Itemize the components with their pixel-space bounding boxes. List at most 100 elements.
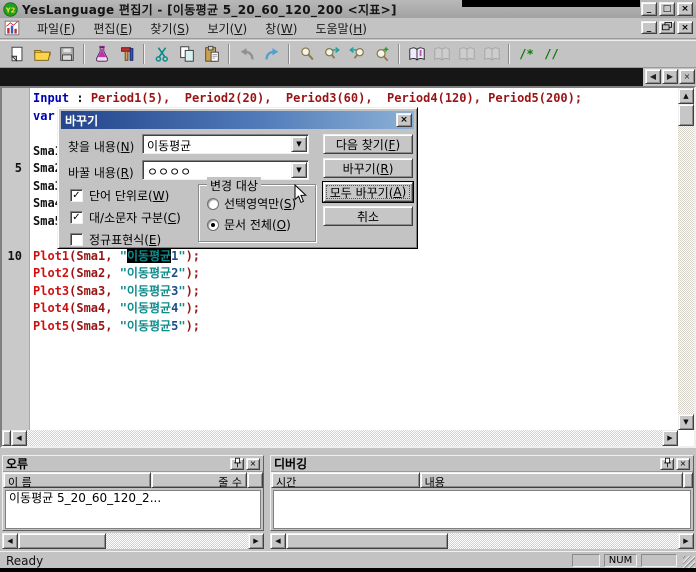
find-what-combobox[interactable]: 이동평균 ▼	[142, 134, 309, 154]
minimize-button[interactable]: _	[641, 2, 657, 16]
errors-list[interactable]: 이동평균 5_20_60_120_2...	[5, 490, 261, 529]
menu-item-view[interactable]: 보기(V)	[198, 18, 256, 39]
tab-close-button[interactable]: ×	[679, 69, 695, 84]
dialog-close-button[interactable]: ×	[396, 113, 412, 127]
line-number	[2, 178, 26, 196]
debug-pin-button[interactable]	[660, 458, 674, 470]
column-header[interactable]: 이 름	[3, 472, 151, 488]
close-button[interactable]: ×	[677, 2, 693, 16]
hscroll-track[interactable]	[448, 533, 678, 549]
replace-with-value[interactable]: ㅇㅇㅇㅇ	[147, 163, 191, 180]
manual-book-button[interactable]	[404, 43, 429, 66]
menu-item-file[interactable]: 파일(F)	[28, 18, 84, 39]
menu-item-edit[interactable]: 편집(E)	[84, 18, 141, 39]
comment-line-button[interactable]: //	[539, 43, 564, 66]
entire-document-radio[interactable]: 문서 전체(O)	[207, 218, 291, 231]
mdi-close-button[interactable]: ×	[677, 21, 693, 34]
find-button[interactable]	[294, 43, 319, 66]
new-file-button[interactable]	[4, 43, 29, 66]
hscroll-track[interactable]	[106, 533, 248, 549]
build-tools-button[interactable]	[114, 43, 139, 66]
line-number	[2, 125, 26, 143]
checked-checkbox-icon[interactable]: ✓	[70, 189, 83, 202]
debug-close-button[interactable]: ×	[676, 458, 690, 470]
compile-icon	[93, 45, 111, 63]
maximize-button[interactable]: □	[659, 2, 675, 16]
mdi-restore-button[interactable]	[659, 21, 675, 34]
tab-scroll-left-button[interactable]: ◀	[645, 69, 661, 84]
editor-vertical-scrollbar[interactable]: ▲ ▼	[678, 88, 694, 430]
debug-panel-title-bar: 디버깅 ×	[271, 456, 693, 472]
resize-grip[interactable]	[683, 556, 695, 568]
table-row[interactable]: 이동평균 5_20_60_120_2...	[6, 491, 260, 506]
status-bar: Ready NUM	[0, 551, 696, 568]
find-what-value[interactable]: 이동평균	[147, 137, 191, 154]
cut-icon	[153, 45, 171, 63]
code-segment: "이동평균	[120, 284, 171, 298]
selected-radio-icon[interactable]	[207, 219, 219, 231]
copy-button[interactable]	[174, 43, 199, 66]
hscroll-thumb[interactable]	[18, 533, 106, 549]
scroll-left-button[interactable]: ◀	[270, 533, 286, 549]
save-file-button[interactable]	[54, 43, 79, 66]
debug-horizontal-scrollbar[interactable]: ◀ ▶	[270, 533, 694, 549]
unselected-radio-icon[interactable]	[207, 198, 219, 210]
column-header[interactable]: 내용	[420, 472, 683, 488]
title-bar[interactable]: Y2 YesLanguage 편집기 - [이동평균 5_20_60_120_2…	[0, 0, 696, 18]
scroll-left-button[interactable]: ◀	[2, 533, 18, 549]
replace-all-button[interactable]: 모두 바꾸기(A)	[323, 182, 413, 202]
vscroll-track[interactable]	[678, 126, 694, 414]
hscroll-thumb[interactable]	[286, 533, 448, 549]
debug-list[interactable]	[273, 490, 691, 529]
function-help-button	[429, 43, 454, 66]
find-prev-button[interactable]	[344, 43, 369, 66]
menu-item-search[interactable]: 찾기(S)	[141, 18, 198, 39]
mdi-minimize-button[interactable]: _	[641, 21, 657, 34]
replace-button[interactable]: 바꾸기(R)	[323, 158, 413, 178]
comment-block-button[interactable]: /*	[514, 43, 539, 66]
open-file-button[interactable]	[29, 43, 54, 66]
find-next-button[interactable]	[319, 43, 344, 66]
find-prev-icon	[348, 45, 366, 63]
scroll-right-button[interactable]: ▶	[662, 430, 678, 446]
cancel-button[interactable]: 취소	[323, 206, 413, 226]
scroll-right-button[interactable]: ▶	[248, 533, 264, 549]
scroll-up-icon: ▲	[683, 92, 688, 100]
replace-dropdown-button[interactable]: ▼	[291, 162, 307, 178]
find-in-files-button[interactable]	[369, 43, 394, 66]
hscroll-track[interactable]	[27, 430, 662, 446]
scroll-left-button[interactable]: ◀	[11, 430, 27, 446]
toolbar-separator	[508, 44, 510, 64]
scroll-down-button[interactable]: ▼	[678, 414, 694, 430]
regex-checkbox[interactable]: 정규표현식(E)	[70, 232, 161, 246]
menu-item-window[interactable]: 창(W)	[256, 18, 306, 39]
selection-only-radio[interactable]: 선택영역만(S)	[207, 197, 296, 210]
errors-horizontal-scrollbar[interactable]: ◀ ▶	[2, 533, 264, 549]
cut-button[interactable]	[149, 43, 174, 66]
find-dropdown-button[interactable]: ▼	[291, 136, 307, 152]
scroll-right-button[interactable]: ▶	[678, 533, 694, 549]
scroll-up-button[interactable]: ▲	[678, 88, 694, 104]
redo-icon	[263, 45, 281, 63]
dialog-title-bar[interactable]: 바꾸기	[61, 111, 414, 129]
app-window: Y2 YesLanguage 편집기 - [이동평균 5_20_60_120_2…	[0, 0, 696, 568]
column-header[interactable]: 시간	[271, 472, 420, 488]
code-line: Input : Period1(5), Period2(20), Period3…	[2, 90, 676, 108]
checked-checkbox-icon[interactable]: ✓	[70, 211, 83, 224]
errors-close-button[interactable]: ×	[246, 458, 260, 470]
whole-word-checkbox[interactable]: ✓단어 단위로(W)	[70, 188, 169, 202]
errors-pin-button[interactable]	[230, 458, 244, 470]
tab-scroll-right-button[interactable]: ▶	[662, 69, 678, 84]
editor-horizontal-scrollbar[interactable]: ◀ ▶	[2, 430, 678, 446]
find-next-button[interactable]: 다음 찾기(F)	[323, 134, 413, 154]
paste-button[interactable]	[199, 43, 224, 66]
splitter-box[interactable]	[2, 430, 11, 446]
unchecked-checkbox-icon[interactable]	[70, 233, 83, 246]
redo-button[interactable]	[259, 43, 284, 66]
menu-item-help[interactable]: 도움말(H)	[306, 18, 376, 39]
vscroll-thumb[interactable]	[678, 104, 694, 126]
undo-button[interactable]	[234, 43, 259, 66]
column-header[interactable]: 줄 수	[151, 472, 247, 488]
match-case-checkbox[interactable]: ✓대/소문자 구분(C)	[70, 210, 181, 224]
compile-button[interactable]	[89, 43, 114, 66]
